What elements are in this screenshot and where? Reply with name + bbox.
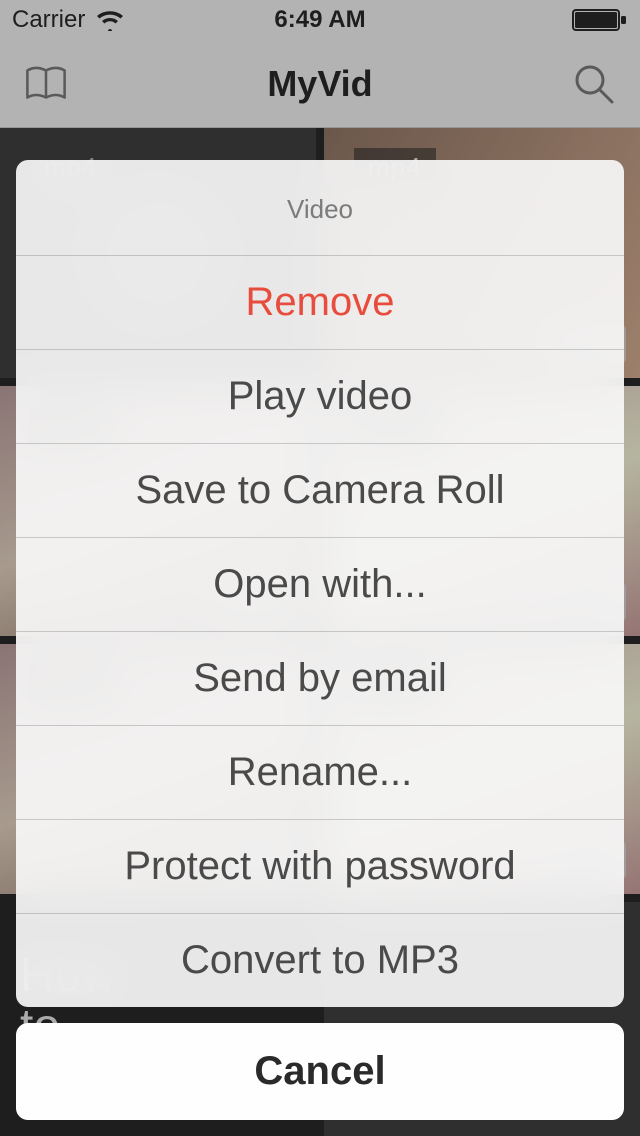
action-rename[interactable]: Rename... xyxy=(16,726,624,820)
action-convert-mp3[interactable]: Convert to MP3 xyxy=(16,914,624,1007)
action-open-with[interactable]: Open with... xyxy=(16,538,624,632)
action-remove[interactable]: Remove xyxy=(16,256,624,350)
action-play-video[interactable]: Play video xyxy=(16,350,624,444)
action-sheet-cancel-group: Cancel xyxy=(16,1023,624,1120)
action-sheet-main: Video Remove Play video Save to Camera R… xyxy=(16,160,624,1007)
action-save-camera-roll[interactable]: Save to Camera Roll xyxy=(16,444,624,538)
bookmarks-button[interactable] xyxy=(24,62,68,106)
book-icon xyxy=(24,62,68,106)
action-sheet-title: Video xyxy=(16,160,624,256)
cancel-button[interactable]: Cancel xyxy=(16,1023,624,1120)
action-protect-password[interactable]: Protect with password xyxy=(16,820,624,914)
action-send-email[interactable]: Send by email xyxy=(16,632,624,726)
search-icon xyxy=(572,62,616,106)
search-button[interactable] xyxy=(572,62,616,106)
action-sheet: Video Remove Play video Save to Camera R… xyxy=(16,160,624,1120)
